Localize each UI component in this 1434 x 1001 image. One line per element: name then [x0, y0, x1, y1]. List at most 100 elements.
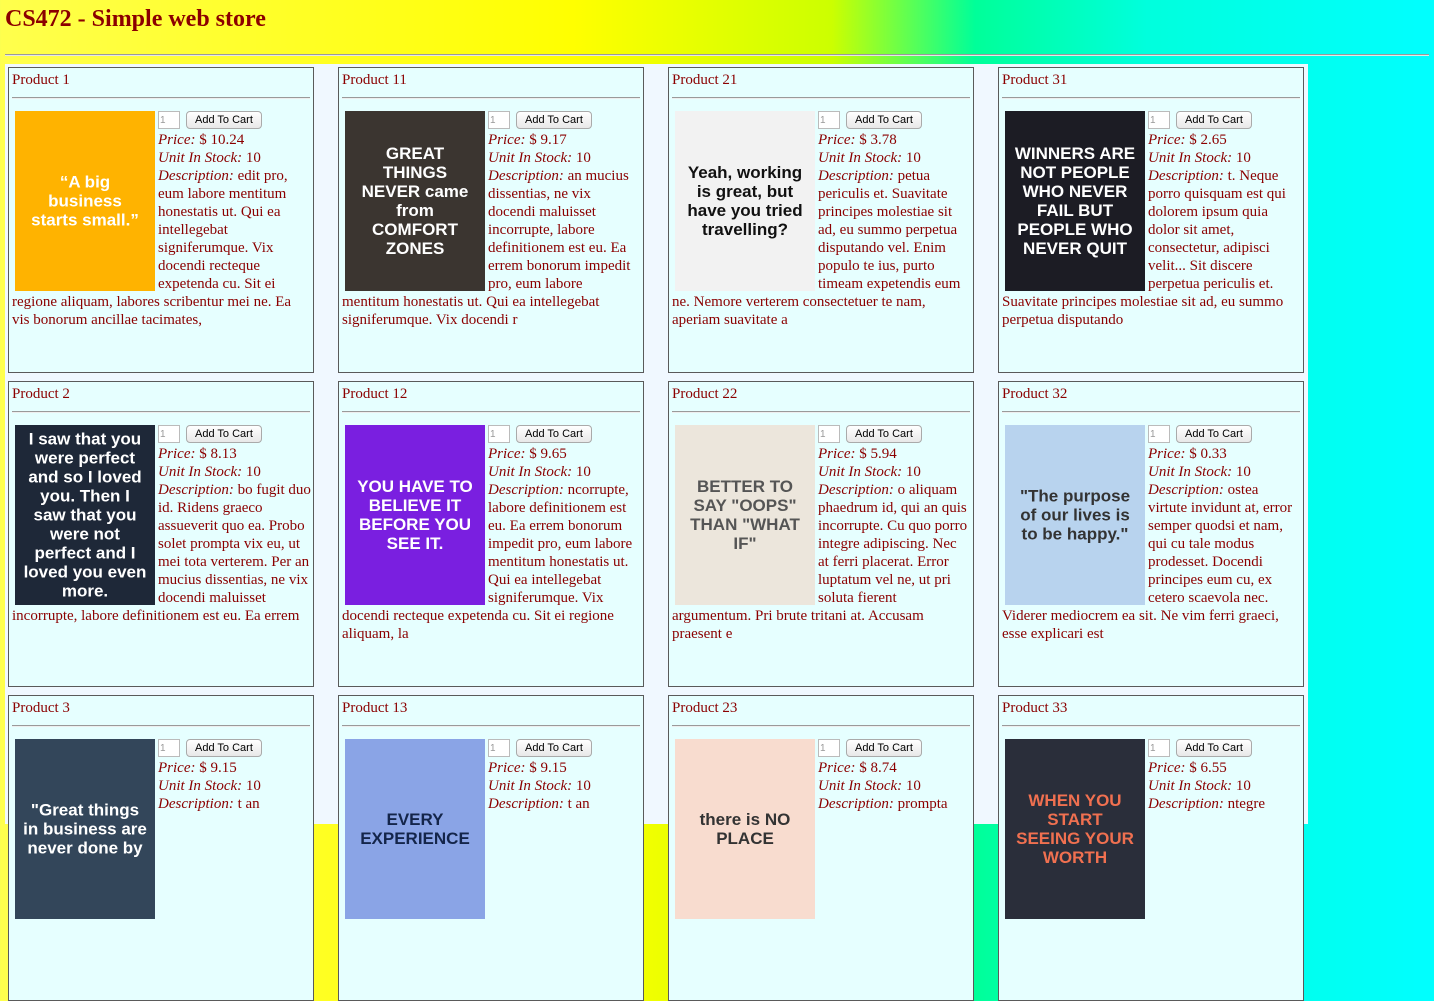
description-label: Description:: [488, 482, 564, 498]
product-body: YOU HAVE TO BELIEVE IT BEFORE YOU SEE IT…: [342, 423, 641, 643]
description-label: Description:: [1148, 482, 1224, 498]
price-label: Price:: [158, 132, 196, 148]
add-to-cart-button[interactable]: Add To Cart: [186, 111, 262, 129]
stock-label: Unit In Stock:: [1148, 150, 1233, 166]
stock-value: 10: [905, 150, 921, 166]
price-value: $ 8.74: [859, 760, 897, 776]
quantity-input[interactable]: [1148, 111, 1170, 129]
stock-value: 10: [245, 778, 261, 794]
product-image[interactable]: I saw that you were perfect and so I lov…: [15, 425, 155, 605]
quantity-input[interactable]: [158, 111, 180, 129]
add-to-cart-button[interactable]: Add To Cart: [846, 111, 922, 129]
quantity-input[interactable]: [158, 739, 180, 757]
product-name: Product 33: [1002, 700, 1068, 716]
add-to-cart-button[interactable]: Add To Cart: [1176, 111, 1252, 129]
product-name: Product 1: [12, 72, 70, 88]
product-card: Product 22 BETTER TO SAY "OOPS" THAN "WHA…: [668, 381, 974, 687]
product-image-caption: there is NO PLACE: [699, 810, 791, 848]
header-divider: [5, 54, 1429, 56]
description-label: Description:: [158, 796, 234, 812]
add-to-cart-button[interactable]: Add To Cart: [846, 425, 922, 443]
quantity-input[interactable]: [488, 111, 510, 129]
product-name: Product 12: [342, 386, 408, 402]
description-label: Description:: [488, 796, 564, 812]
product-card: Product 1 “A big business starts small.” A…: [8, 67, 314, 373]
quantity-input[interactable]: [818, 425, 840, 443]
product-name: Product 32: [1002, 386, 1068, 402]
product-card: Product 12 YOU HAVE TO BELIEVE IT BEFORE …: [338, 381, 644, 687]
stock-label: Unit In Stock:: [158, 150, 243, 166]
product-image[interactable]: there is NO PLACE: [675, 739, 815, 919]
add-to-cart-button[interactable]: Add To Cart: [846, 739, 922, 757]
product-image-caption: WHEN YOU START SEEING YOUR WORTH: [1016, 791, 1134, 867]
stock-value: 10: [905, 464, 921, 480]
product-image-caption: EVERY EXPERIENCE: [360, 810, 470, 848]
product-image-caption: BETTER TO SAY "OOPS" THAN "WHAT IF": [690, 477, 800, 553]
add-to-cart-button[interactable]: Add To Cart: [1176, 425, 1252, 443]
cart-controls: Add To Cart: [1148, 423, 1301, 445]
product-card: Product 31 WINNERS ARE NOT PEOPLE WHO NEV…: [998, 67, 1304, 373]
product-image[interactable]: "The purpose of our lives is to be happy…: [1005, 425, 1145, 605]
product-image-caption: YOU HAVE TO BELIEVE IT BEFORE YOU SEE IT…: [357, 477, 473, 553]
product-image[interactable]: YOU HAVE TO BELIEVE IT BEFORE YOU SEE IT…: [345, 425, 485, 605]
product-divider: [1002, 725, 1300, 727]
stock-value: 10: [1235, 464, 1251, 480]
product-card: Product 2 I saw that you were perfect and…: [8, 381, 314, 687]
quantity-input[interactable]: [818, 111, 840, 129]
price-value: $ 10.24: [199, 132, 245, 148]
stock-value: 10: [245, 464, 261, 480]
product-body: "The purpose of our lives is to be happy…: [1002, 423, 1301, 643]
price-value: $ 9.15: [529, 760, 567, 776]
product-body: BETTER TO SAY "OOPS" THAN "WHAT IF" Add T…: [672, 423, 971, 643]
product-image-caption: "The purpose of our lives is to be happy…: [1019, 486, 1131, 544]
product-grid: Product 1 “A big business starts small.” A…: [5, 64, 1308, 1001]
product-image[interactable]: WINNERS ARE NOT PEOPLE WHO NEVER FAIL BU…: [1005, 111, 1145, 291]
description-text: ntegre: [1227, 796, 1266, 812]
cart-controls: Add To Cart: [1148, 109, 1301, 131]
product-image[interactable]: GREAT THINGS NEVER came from COMFORT ZON…: [345, 111, 485, 291]
add-to-cart-button[interactable]: Add To Cart: [516, 425, 592, 443]
quantity-input[interactable]: [488, 739, 510, 757]
price-value: $ 9.15: [199, 760, 237, 776]
quantity-input[interactable]: [818, 739, 840, 757]
stock-label: Unit In Stock:: [158, 464, 243, 480]
product-image[interactable]: WHEN YOU START SEEING YOUR WORTH: [1005, 739, 1145, 919]
cart-controls: Add To Cart: [488, 109, 641, 131]
product-image-caption: "Great things in business are never done…: [23, 800, 147, 858]
add-to-cart-button[interactable]: Add To Cart: [186, 739, 262, 757]
price-value: $ 2.65: [1189, 132, 1227, 148]
price-label: Price:: [1148, 132, 1186, 148]
stock-label: Unit In Stock:: [488, 150, 573, 166]
description-label: Description:: [1148, 168, 1224, 184]
price-value: $ 9.17: [529, 132, 567, 148]
product-image-caption: “A big business starts small.”: [31, 172, 139, 230]
stock-label: Unit In Stock:: [1148, 778, 1233, 794]
stock-label: Unit In Stock:: [1148, 464, 1233, 480]
cart-controls: Add To Cart: [158, 423, 311, 445]
quantity-input[interactable]: [1148, 425, 1170, 443]
product-image[interactable]: BETTER TO SAY "OOPS" THAN "WHAT IF": [675, 425, 815, 605]
product-image[interactable]: "Great things in business are never done…: [15, 739, 155, 919]
quantity-input[interactable]: [1148, 739, 1170, 757]
add-to-cart-button[interactable]: Add To Cart: [516, 111, 592, 129]
product-image[interactable]: “A big business starts small.”: [15, 111, 155, 291]
quantity-input[interactable]: [158, 425, 180, 443]
stock-label: Unit In Stock:: [488, 778, 573, 794]
description-text: prompta: [897, 796, 948, 812]
add-to-cart-button[interactable]: Add To Cart: [186, 425, 262, 443]
product-image[interactable]: EVERY EXPERIENCE: [345, 739, 485, 919]
add-to-cart-button[interactable]: Add To Cart: [516, 739, 592, 757]
product-body: Yeah, working is great, but have you tri…: [672, 109, 971, 329]
price-label: Price:: [488, 760, 526, 776]
quantity-input[interactable]: [488, 425, 510, 443]
stock-value: 10: [905, 778, 921, 794]
cart-controls: Add To Cart: [818, 109, 971, 131]
product-card: Product 23 there is NO PLACE Add To Cart Pr…: [668, 695, 974, 1001]
add-to-cart-button[interactable]: Add To Cart: [1176, 739, 1252, 757]
product-card: Product 11 GREAT THINGS NEVER came from C…: [338, 67, 644, 373]
product-name: Product 11: [342, 72, 407, 88]
price-value: $ 8.13: [199, 446, 237, 462]
product-image[interactable]: Yeah, working is great, but have you tri…: [675, 111, 815, 291]
product-body: I saw that you were perfect and so I lov…: [12, 423, 311, 625]
page-title: CS472 - Simple web store: [5, 6, 266, 32]
